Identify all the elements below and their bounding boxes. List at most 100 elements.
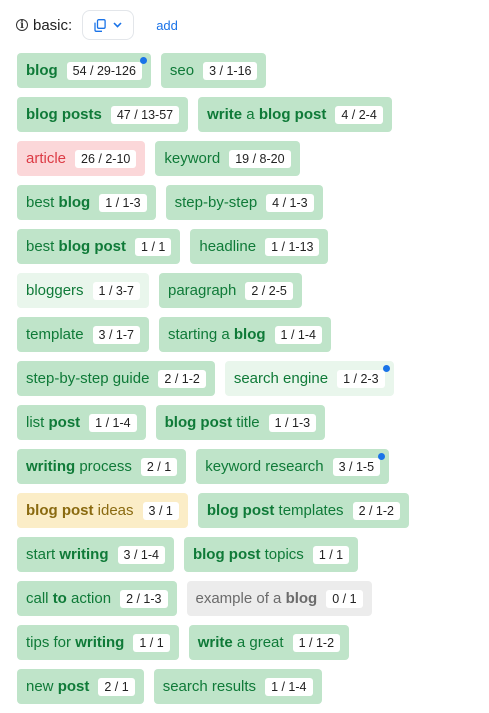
copy-dropdown-button[interactable] [82, 10, 135, 40]
keyword-chip[interactable]: blog post topics 1 / 1 [183, 537, 359, 572]
keyword-chip[interactable]: example of a blog 0 / 1 [186, 581, 372, 616]
keyword-chip-list: blog 54 / 29-126 seo 3 / 1-16 blog posts 47 /… [17, 53, 489, 713]
keyword-count-badge: 47 / 13-57 [110, 105, 180, 124]
keyword-chip[interactable]: write a great 1 / 1-2 [188, 625, 350, 660]
add-link[interactable]: add [156, 18, 178, 33]
keyword-label-segment: template [26, 326, 84, 343]
keyword-label: headline [199, 238, 256, 255]
status-dot-icon [139, 57, 147, 64]
keyword-chip[interactable]: tips for writing 1 / 1 [17, 625, 179, 660]
keyword-chip[interactable]: headline 1 / 1-13 [190, 229, 329, 264]
keyword-label: search results [163, 678, 256, 695]
keyword-chip[interactable]: keyword 19 / 8-20 [155, 141, 300, 176]
keyword-label-segment: blog [26, 62, 58, 79]
keyword-label-segment: a [242, 106, 259, 123]
keyword-chip[interactable]: step-by-step guide 2 / 1-2 [17, 361, 215, 396]
keyword-row: list post 1 / 1-4 blog post title 1 / 1-3 [17, 405, 489, 440]
keyword-label-segment: search results [162, 678, 257, 695]
keyword-label-segment: blog [58, 194, 91, 211]
keyword-label-segment: best [26, 238, 59, 255]
keyword-count-badge: 1 / 3-7 [92, 281, 140, 300]
keyword-row: blog post ideas 3 / 1 blog post templates 2… [17, 493, 489, 528]
keyword-label-segment: templates [274, 502, 344, 519]
keyword-count-badge: 2 / 1-3 [120, 589, 168, 608]
keyword-chip[interactable]: blog 54 / 29-126 [17, 53, 151, 88]
keyword-label: write a great [198, 634, 284, 651]
keyword-count-badge: 2 / 2-5 [245, 281, 293, 300]
keyword-chip[interactable]: search results 1 / 1-4 [153, 669, 322, 704]
keyword-label: seo [170, 62, 194, 79]
keyword-chip[interactable]: blog post ideas 3 / 1 [17, 493, 188, 528]
keyword-chip[interactable]: start writing 3 / 1-4 [17, 537, 174, 572]
keyword-chip[interactable]: template 3 / 1-7 [17, 317, 149, 352]
keyword-label: blog post topics [193, 546, 304, 563]
keyword-count-badge: 3 / 1-4 [117, 545, 165, 564]
keyword-chip[interactable]: blog posts 47 / 13-57 [17, 97, 189, 132]
keyword-row: step-by-step guide 2 / 1-2 search engine 1 … [17, 361, 489, 396]
keyword-label: blog posts [26, 106, 102, 123]
keyword-label-segment: a great [232, 634, 284, 651]
keyword-label-segment: step-by-step [174, 194, 258, 211]
keyword-label-segment: paragraph [167, 282, 237, 299]
keyword-chip[interactable]: blog post templates 2 / 1-2 [197, 493, 409, 528]
keyword-chip[interactable]: blog post title 1 / 1-3 [155, 405, 326, 440]
keyword-chip[interactable]: paragraph 2 / 2-5 [158, 273, 302, 308]
keyword-row: new post 2 / 1 search results 1 / 1-4 [17, 669, 489, 704]
keyword-chip[interactable]: writing process 2 / 1 [17, 449, 187, 484]
keyword-label-segment: blog post [206, 502, 275, 519]
keyword-count-badge: 26 / 2-10 [75, 149, 137, 168]
keyword-label: blog post title [165, 414, 260, 431]
keyword-count-badge: 1 / 1 [312, 545, 350, 564]
keyword-chip[interactable]: step-by-step 4 / 1-3 [165, 185, 323, 220]
keyword-label-segment: article [26, 150, 67, 167]
keyword-label-segment: process [75, 458, 132, 475]
keyword-chip[interactable]: new post 2 / 1 [17, 669, 144, 704]
keyword-chip[interactable]: write a blog post 4 / 2-4 [198, 97, 392, 132]
keyword-row: template 3 / 1-7 starting a blog 1 / 1-4 [17, 317, 489, 352]
keyword-label-segment: topics [260, 546, 304, 563]
keyword-label: search engine [234, 370, 328, 387]
keyword-chip[interactable]: bloggers 1 / 3-7 [17, 273, 149, 308]
keyword-chip[interactable]: list post 1 / 1-4 [17, 405, 146, 440]
section-label: basic: [33, 16, 73, 34]
keyword-label-segment: blog post [58, 238, 127, 255]
keyword-row: best blog post 1 / 1 headline 1 / 1-13 [17, 229, 489, 264]
keyword-label: blog [26, 62, 58, 79]
keyword-count-badge: 2 / 1 [140, 457, 178, 476]
keyword-count-badge: 2 / 1-2 [158, 369, 206, 388]
keyword-label: article [26, 150, 66, 167]
keyword-chip[interactable]: best blog post 1 / 1 [17, 229, 181, 264]
keyword-count-badge: 3 / 1-7 [92, 325, 140, 344]
keyword-row: blog posts 47 / 13-57 write a blog post 4 /… [17, 97, 489, 132]
keyword-label: blog post ideas [26, 502, 134, 519]
keyword-label: step-by-step [175, 194, 258, 211]
keyword-label-segment: search engine [233, 370, 329, 387]
keyword-count-badge: 1 / 2-3 [337, 369, 385, 388]
keyword-label: tips for writing [26, 634, 124, 651]
keyword-label-segment: bloggers [26, 282, 84, 299]
keyword-count-badge: 3 / 1 [142, 501, 179, 520]
keyword-chip[interactable]: best blog 1 / 1-3 [17, 185, 156, 220]
keyword-label-segment: write [197, 634, 233, 651]
keyword-label: keyword [164, 150, 220, 167]
keyword-label-segment: blog posts [26, 106, 102, 123]
keyword-count-badge: 1 / 1-3 [268, 413, 317, 432]
keyword-count-badge: 1 / 1-3 [99, 193, 147, 212]
keyword-chip[interactable]: call to action 2 / 1-3 [17, 581, 177, 616]
keyword-chip[interactable]: starting a blog 1 / 1-4 [158, 317, 331, 352]
keyword-label: bloggers [26, 282, 84, 299]
keyword-label-segment: call [26, 590, 53, 607]
keyword-count-badge: 2 / 1 [98, 677, 135, 696]
keyword-chip[interactable]: search engine 1 / 2-3 [224, 361, 394, 396]
keyword-chip[interactable]: article 26 / 2-10 [17, 141, 146, 176]
keyword-label: example of a blog [196, 590, 318, 607]
keyword-label-segment: blog [285, 590, 318, 607]
info-circle-icon: i [16, 19, 28, 31]
keyword-label-segment: blog post [192, 546, 261, 563]
keyword-label: call to action [26, 590, 111, 607]
keyword-count-badge: 0 / 1 [326, 589, 363, 608]
keyword-label-segment: post [48, 414, 81, 431]
keyword-chip[interactable]: keyword research 3 / 1-5 [196, 449, 390, 484]
keyword-label-segment: best [26, 194, 59, 211]
keyword-chip[interactable]: seo 3 / 1-16 [160, 53, 267, 88]
